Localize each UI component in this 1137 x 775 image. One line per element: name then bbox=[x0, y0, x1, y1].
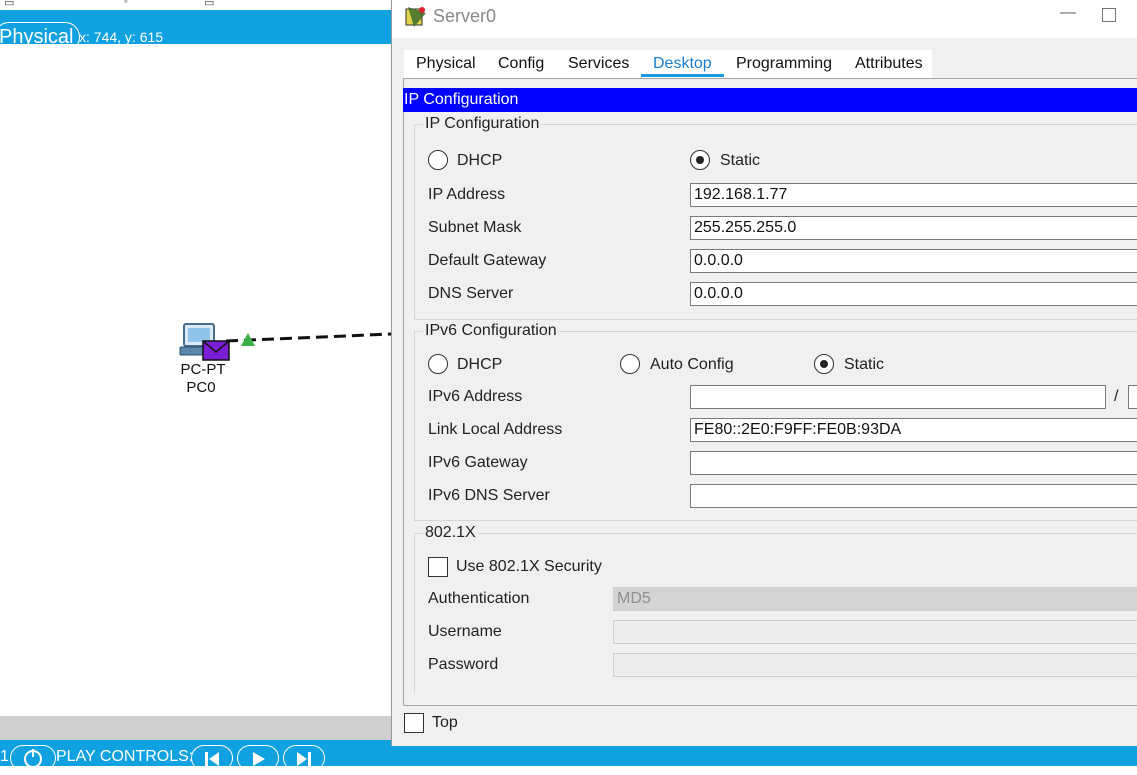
tab-programming[interactable]: Programming bbox=[724, 50, 842, 78]
maximize-icon[interactable] bbox=[1102, 8, 1116, 22]
active-tab-indicator bbox=[641, 74, 724, 77]
ipv4-group-title: IP Configuration bbox=[423, 115, 542, 133]
pc-icon[interactable] bbox=[172, 320, 242, 365]
power-cycle-button[interactable] bbox=[10, 745, 56, 771]
server0-window[interactable]: Server0 — Physical Config Services Deskt… bbox=[391, 0, 1137, 746]
default-gateway-label: Default Gateway bbox=[428, 252, 547, 269]
use-dot1x-label: Use 802.1X Security bbox=[456, 558, 602, 575]
ipv6-dns-server-field[interactable] bbox=[690, 484, 1137, 508]
forward-button[interactable] bbox=[283, 745, 325, 771]
ip-address-label: IP Address bbox=[428, 186, 506, 203]
ipv6-address-field[interactable] bbox=[690, 385, 1106, 409]
play-button[interactable] bbox=[237, 745, 279, 771]
password-field[interactable] bbox=[613, 653, 1137, 677]
ipv4-static-label: Static bbox=[720, 152, 761, 169]
subnet-mask-label: Subnet Mask bbox=[428, 219, 522, 236]
horizontal-scrollbar[interactable] bbox=[0, 716, 392, 740]
authentication-select[interactable]: MD5 bbox=[613, 587, 1137, 611]
dot1x-group-title: 802.1X bbox=[423, 524, 478, 542]
ipv4-dhcp-radio[interactable] bbox=[428, 150, 448, 170]
ipv4-dhcp-label: DHCP bbox=[457, 152, 503, 169]
play-controls-label: PLAY CONTROLS: bbox=[56, 748, 194, 765]
ipv6-auto-config-radio[interactable] bbox=[620, 354, 640, 374]
password-label: Password bbox=[428, 656, 499, 673]
username-field[interactable] bbox=[613, 620, 1137, 644]
ip-address-field[interactable]: 192.168.1.77 bbox=[690, 183, 1137, 207]
back-button[interactable] bbox=[191, 745, 233, 771]
link-local-address-field[interactable]: FE80::2E0:F9FF:FE0B:93DA bbox=[690, 418, 1137, 442]
step-back-icon bbox=[205, 752, 219, 766]
username-label: Username bbox=[428, 623, 502, 640]
ipv6-auto-config-label: Auto Config bbox=[650, 356, 734, 373]
tab-config[interactable]: Config bbox=[486, 50, 556, 78]
play-icon bbox=[253, 752, 265, 766]
ipv6-group-title: IPv6 Configuration bbox=[423, 322, 559, 340]
authentication-label: Authentication bbox=[428, 590, 530, 607]
default-gateway-field[interactable]: 0.0.0.0 bbox=[690, 249, 1137, 273]
dns-server-label: DNS Server bbox=[428, 285, 514, 302]
ipv6-static-radio[interactable] bbox=[814, 354, 834, 374]
top-checkbox[interactable] bbox=[404, 713, 424, 733]
ipv6-dns-server-label: IPv6 DNS Server bbox=[428, 487, 550, 504]
use-dot1x-checkbox[interactable] bbox=[428, 557, 448, 577]
ipv6-dhcp-label: DHCP bbox=[457, 356, 503, 373]
prefix-separator: / bbox=[1114, 388, 1119, 405]
pc-type-label: PC-PT bbox=[180, 361, 226, 378]
tab-attributes[interactable]: Attributes bbox=[842, 50, 932, 78]
subnet-mask-field[interactable]: 255.255.255.0 bbox=[690, 216, 1137, 240]
ipv6-address-label: IPv6 Address bbox=[428, 388, 523, 405]
title-bar[interactable]: Server0 — bbox=[392, 0, 1137, 38]
top-label: Top bbox=[432, 714, 458, 731]
ipv6-prefix-length-field[interactable] bbox=[1128, 385, 1137, 409]
minimize-icon[interactable]: — bbox=[1060, 4, 1080, 24]
tab-services[interactable]: Services bbox=[556, 50, 640, 78]
pc-name-label: PC0 bbox=[186, 379, 216, 396]
tab-physical[interactable]: Physical bbox=[404, 50, 486, 78]
section-header: IP Configuration bbox=[403, 88, 1137, 112]
ipv6-static-label: Static bbox=[844, 356, 885, 373]
ipv4-static-radio[interactable] bbox=[690, 150, 710, 170]
dns-server-field[interactable]: 0.0.0.0 bbox=[690, 282, 1137, 306]
server-icon bbox=[405, 7, 426, 27]
step-forward-icon bbox=[297, 752, 311, 766]
realtime-counter: 1 bbox=[0, 748, 9, 765]
ipv6-gateway-label: IPv6 Gateway bbox=[428, 454, 528, 471]
ipv6-gateway-field[interactable] bbox=[690, 451, 1137, 475]
window-title: Server0 bbox=[433, 6, 497, 26]
link-local-address-label: Link Local Address bbox=[428, 421, 563, 438]
ipv6-dhcp-radio[interactable] bbox=[428, 354, 448, 374]
